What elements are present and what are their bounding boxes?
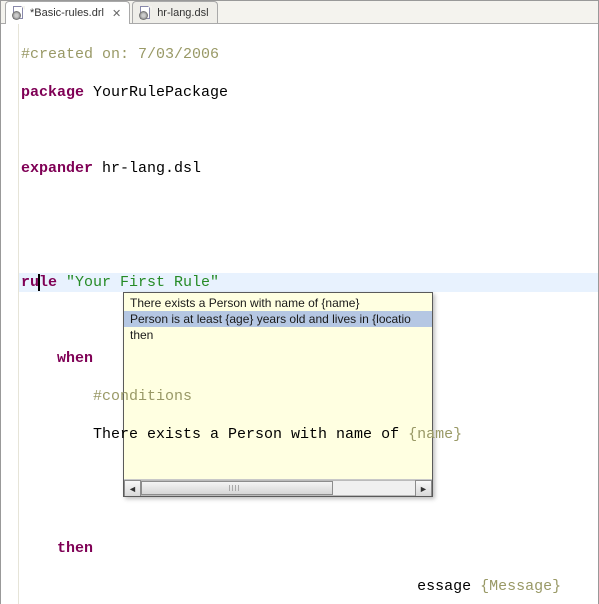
text: There exists a Person with name of xyxy=(93,426,408,443)
scroll-grip-icon xyxy=(229,485,239,491)
string-literal: "Your First Rule" xyxy=(57,274,219,291)
indent xyxy=(21,540,57,557)
scroll-left-button[interactable]: ◄ xyxy=(124,480,141,497)
tab-label: *Basic-rules.drl xyxy=(30,7,104,19)
editor-area: #created on: 7/03/2006 package YourRuleP… xyxy=(1,24,598,604)
gutter xyxy=(1,24,19,604)
text: YourRulePackage xyxy=(84,84,228,101)
scroll-thumb[interactable] xyxy=(141,481,333,495)
keyword-expander: expander xyxy=(21,160,93,177)
text-editor[interactable]: #created on: 7/03/2006 package YourRuleP… xyxy=(19,24,598,604)
tab-basic-rules[interactable]: *Basic-rules.drl ✕ xyxy=(5,1,130,24)
dsl-param: {name} xyxy=(408,426,462,443)
keyword-rule: rule xyxy=(21,274,57,291)
keyword-package: package xyxy=(21,84,84,101)
indent xyxy=(21,426,93,443)
comment: #conditions xyxy=(93,388,192,405)
text: essage xyxy=(417,578,480,595)
editor-window: *Basic-rules.drl ✕ hr-lang.dsl #created … xyxy=(0,0,599,604)
indent xyxy=(21,578,93,595)
file-icon xyxy=(12,6,26,20)
text: hr-lang.dsl xyxy=(93,160,201,177)
scroll-right-button[interactable]: ► xyxy=(415,480,432,497)
content-assist-item[interactable]: There exists a Person with name of {name… xyxy=(124,295,432,311)
chevron-left-icon: ◄ xyxy=(128,484,137,494)
scroll-track[interactable] xyxy=(141,480,415,496)
indent xyxy=(21,388,93,405)
keyword-then: then xyxy=(57,540,93,557)
tab-bar: *Basic-rules.drl ✕ hr-lang.dsl xyxy=(1,1,598,24)
code-block: #created on: 7/03/2006 package YourRuleP… xyxy=(19,24,598,604)
indent xyxy=(21,350,57,367)
close-icon[interactable]: ✕ xyxy=(112,7,121,20)
tab-hr-lang[interactable]: hr-lang.dsl xyxy=(132,1,217,23)
keyword-when: when xyxy=(57,350,93,367)
comment: #created on: 7/03/2006 xyxy=(21,46,219,63)
tab-label: hr-lang.dsl xyxy=(157,7,208,19)
dsl-param: {Message} xyxy=(480,578,561,595)
file-icon xyxy=(139,6,153,20)
chevron-right-icon: ► xyxy=(419,484,428,494)
